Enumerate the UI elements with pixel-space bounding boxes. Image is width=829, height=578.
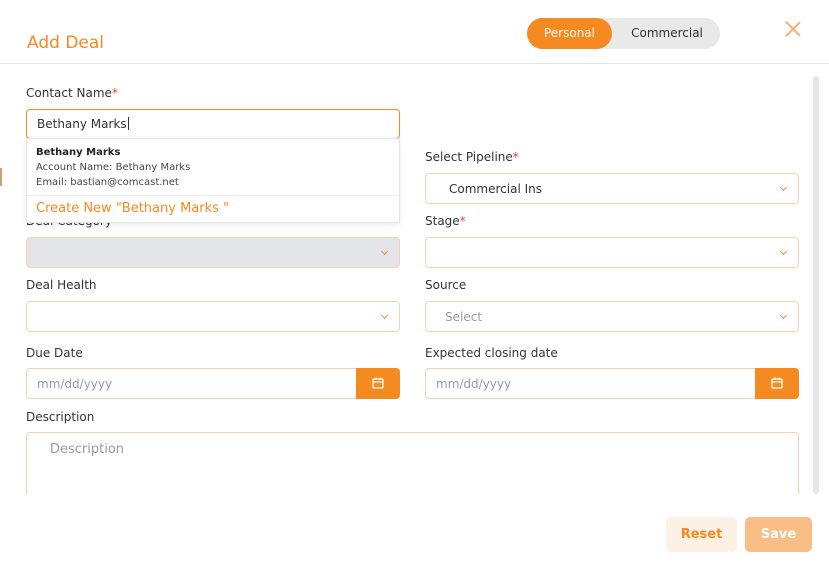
contact-name-label: Contact Name* — [26, 86, 118, 100]
modal-title: Add Deal — [27, 33, 105, 53]
source-select[interactable]: Select — [425, 301, 799, 332]
stage-label: Stage* — [425, 214, 466, 228]
calendar-icon — [372, 377, 384, 389]
close-icon[interactable] — [784, 20, 802, 38]
expected-closing-input[interactable]: mm/dd/yyyy — [425, 368, 799, 399]
deal-type-toggle: Personal Commercial — [527, 18, 720, 49]
stage-label-text: Stage — [425, 214, 460, 228]
pipeline-label: Select Pipeline* — [425, 150, 519, 164]
description-textarea[interactable]: Description — [26, 432, 799, 502]
pipeline-label-text: Select Pipeline — [425, 150, 513, 164]
calendar-icon — [771, 377, 783, 389]
expected-closing-placeholder: mm/dd/yyyy — [436, 377, 512, 391]
deal-category-select[interactable] — [26, 237, 400, 268]
contact-name-input[interactable]: Bethany Marks — [26, 109, 400, 139]
reset-button[interactable]: Reset — [666, 517, 737, 552]
due-date-calendar-button[interactable] — [356, 368, 400, 399]
required-marker: * — [111, 86, 118, 100]
contact-name-label-text: Contact Name — [26, 86, 112, 100]
deal-health-label: Deal Health — [26, 278, 97, 292]
chevron-down-icon — [779, 311, 788, 320]
due-date-label: Due Date — [26, 346, 83, 360]
expected-closing-calendar-button[interactable] — [755, 368, 799, 399]
required-marker: * — [459, 214, 466, 228]
chevron-down-icon — [779, 247, 788, 256]
text-caret — [127, 117, 129, 130]
contact-name-text: Bethany Marks — [37, 117, 127, 131]
suggestion-name[interactable]: Bethany Marks — [36, 147, 120, 158]
required-marker: * — [512, 150, 519, 164]
toggle-commercial[interactable]: Commercial — [619, 18, 715, 49]
header-divider — [0, 63, 829, 64]
contact-suggestions-dropdown: Bethany Marks Account Name: Bethany Mark… — [26, 138, 400, 223]
due-date-placeholder: mm/dd/yyyy — [37, 377, 113, 391]
suggestion-account[interactable]: Account Name: Bethany Marks — [36, 162, 190, 173]
create-new-contact-option[interactable]: Create New "Bethany Marks " — [36, 201, 229, 216]
chevron-down-icon — [779, 183, 788, 192]
chevron-down-icon — [380, 247, 389, 256]
pipeline-value: Commercial Ins — [449, 182, 542, 196]
chevron-down-icon — [380, 311, 389, 320]
dropdown-divider — [27, 195, 399, 196]
suggestion-email[interactable]: Email: bastian@comcast.net — [36, 177, 179, 188]
source-placeholder: Select — [445, 310, 483, 324]
description-label: Description — [26, 410, 95, 424]
description-placeholder: Description — [50, 442, 125, 457]
pipeline-select[interactable]: Commercial Ins — [425, 173, 799, 204]
save-button[interactable]: Save — [745, 517, 812, 552]
due-date-input[interactable]: mm/dd/yyyy — [26, 368, 400, 399]
toggle-personal[interactable]: Personal — [527, 18, 612, 49]
expected-closing-label: Expected closing date — [425, 346, 558, 360]
edge-marker — [0, 168, 2, 186]
contact-name-value: Bethany Marks — [37, 117, 129, 131]
source-label: Source — [425, 278, 467, 292]
add-deal-modal: Add Deal Personal Commercial Contact Nam… — [0, 0, 829, 578]
scrollbar[interactable] — [813, 76, 819, 494]
deal-health-select[interactable] — [26, 301, 400, 332]
stage-select[interactable] — [425, 237, 799, 268]
